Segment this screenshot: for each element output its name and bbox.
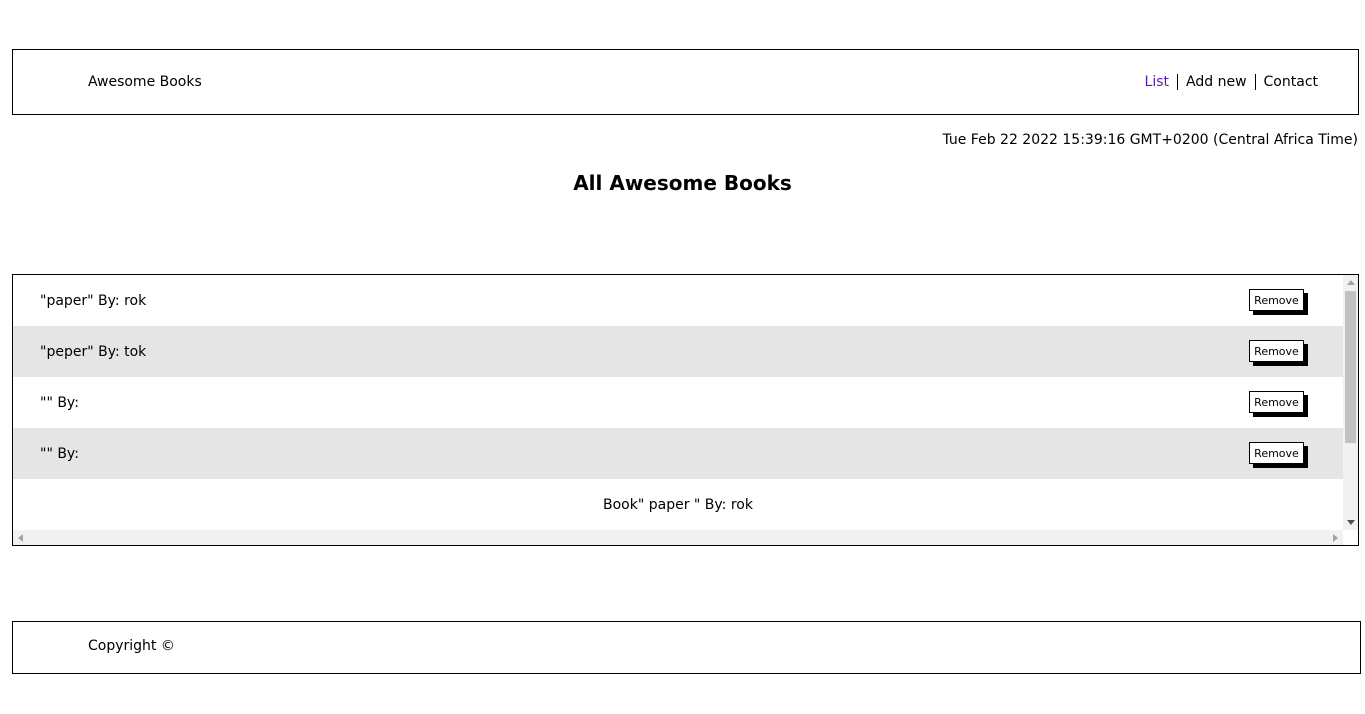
- navbar: Awesome Books List Add new Contact: [12, 49, 1359, 115]
- nav-links: List Add new Contact: [1145, 74, 1318, 90]
- footer: Copyright ©: [12, 621, 1361, 674]
- scroll-down-arrow-icon[interactable]: [1347, 520, 1355, 525]
- current-datetime: Tue Feb 22 2022 15:39:16 GMT+0200 (Centr…: [942, 132, 1358, 148]
- book-title-author: "peper" By: tok: [40, 343, 147, 360]
- scroll-left-arrow-icon[interactable]: [18, 534, 23, 542]
- nav-link-add-new[interactable]: Add new: [1186, 74, 1247, 90]
- book-row: "paper" By: rok Remove: [13, 275, 1343, 326]
- nav-separator: [1177, 74, 1179, 90]
- books-list: "paper" By: rok Remove "peper" By: tok R…: [13, 275, 1343, 530]
- book-preview-text: Book" paper " By: rok: [603, 496, 753, 513]
- horizontal-scrollbar[interactable]: [13, 530, 1343, 545]
- nav-separator: [1254, 74, 1256, 90]
- book-title-author: "" By:: [40, 394, 79, 411]
- nav-link-list[interactable]: List: [1145, 74, 1169, 90]
- remove-button[interactable]: Remove: [1249, 442, 1304, 464]
- book-title-author: "" By:: [40, 445, 79, 462]
- scroll-right-arrow-icon[interactable]: [1333, 534, 1338, 542]
- scroll-up-arrow-icon[interactable]: [1347, 280, 1355, 285]
- book-title-author: "paper" By: rok: [40, 292, 147, 309]
- remove-button[interactable]: Remove: [1249, 289, 1304, 311]
- remove-button[interactable]: Remove: [1249, 340, 1304, 362]
- scrollbar-thumb[interactable]: [1345, 291, 1356, 443]
- copyright-text: Copyright ©: [88, 638, 175, 654]
- remove-button[interactable]: Remove: [1249, 391, 1304, 413]
- book-row: "" By: Remove: [13, 428, 1343, 479]
- books-panel: "paper" By: rok Remove "peper" By: tok R…: [12, 274, 1359, 546]
- book-preview-row: Book" paper " By: rok: [13, 479, 1343, 530]
- brand-logo: Awesome Books: [88, 74, 202, 90]
- book-row: "" By: Remove: [13, 377, 1343, 428]
- nav-link-contact[interactable]: Contact: [1264, 74, 1318, 90]
- page-title: All Awesome Books: [573, 171, 792, 195]
- book-row: "peper" By: tok Remove: [13, 326, 1343, 377]
- vertical-scrollbar[interactable]: [1343, 275, 1358, 530]
